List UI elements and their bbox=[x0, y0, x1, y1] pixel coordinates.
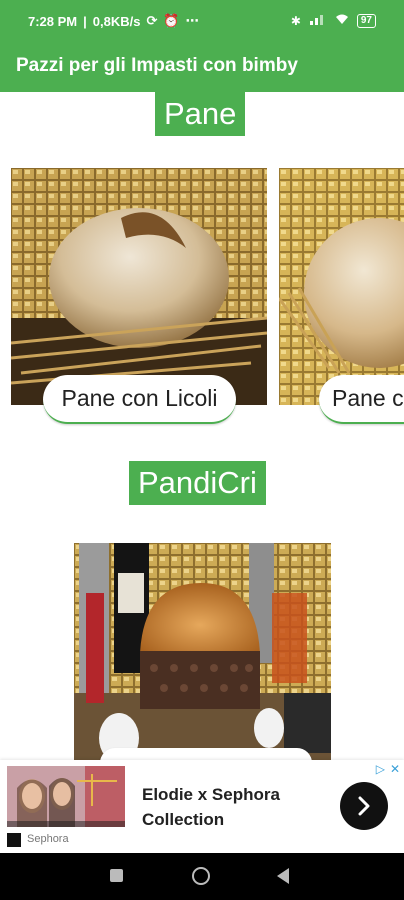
bluetooth-icon: ✱ bbox=[290, 13, 301, 28]
app-title: Pazzi per gli Impasti con bimby bbox=[16, 55, 298, 76]
ad-choices-icon[interactable]: ▷ bbox=[376, 762, 385, 776]
ad-banner[interactable]: Elodie x Sephora Collection ▷ ✕ Sephora bbox=[0, 760, 404, 853]
status-left: 7:28 PM | 0,8KB/s ⟳ ⏰ ⋯ bbox=[28, 13, 199, 29]
recipe-title-pill[interactable]: Pane c bbox=[319, 375, 404, 424]
back-icon[interactable] bbox=[277, 868, 289, 884]
status-time: 7:28 PM bbox=[28, 13, 78, 29]
recipe-title-pill[interactable]: Pane con Licoli bbox=[43, 375, 236, 424]
category-title-pane: Pane bbox=[155, 92, 246, 136]
status-bar: 7:28 PM | 0,8KB/s ⟳ ⏰ ⋯ ✱ 97 bbox=[0, 0, 404, 44]
status-right: ✱ 97 bbox=[291, 13, 376, 28]
recipe-card-image[interactable] bbox=[279, 168, 404, 405]
ad-image[interactable] bbox=[7, 766, 125, 827]
signal-icon bbox=[309, 13, 327, 28]
alarm-icon: ⏰ bbox=[163, 13, 180, 28]
ad-brand-logo bbox=[7, 833, 21, 847]
ad-choices[interactable]: ▷ ✕ bbox=[376, 762, 400, 776]
recipe-list[interactable]: Pane Pane con Licoli Pane c PandiCri bbox=[0, 92, 404, 760]
recipe-card-image[interactable] bbox=[11, 168, 267, 405]
recents-icon[interactable] bbox=[110, 869, 123, 882]
wifi-icon bbox=[335, 13, 349, 28]
status-separator: | bbox=[83, 13, 87, 29]
more-icon: ⋯ bbox=[185, 13, 199, 28]
close-icon[interactable]: ✕ bbox=[390, 762, 400, 776]
navigation-bar bbox=[0, 853, 404, 900]
recipe-title-pill[interactable] bbox=[100, 748, 312, 760]
home-icon[interactable] bbox=[192, 867, 210, 885]
battery-icon: 97 bbox=[356, 13, 376, 28]
category-title-pandicri: PandiCri bbox=[129, 461, 266, 505]
ad-cta-button[interactable] bbox=[340, 782, 388, 830]
sync-icon: ⟳ bbox=[146, 13, 158, 28]
ad-brand: Sephora bbox=[27, 833, 69, 845]
app-bar: Pazzi per gli Impasti con bimby bbox=[0, 44, 404, 92]
ad-title[interactable]: Elodie x Sephora Collection bbox=[142, 782, 322, 832]
recipe-card-image[interactable] bbox=[74, 543, 331, 760]
chevron-right-icon bbox=[358, 796, 370, 816]
network-speed: 0,8KB/s bbox=[92, 13, 141, 29]
